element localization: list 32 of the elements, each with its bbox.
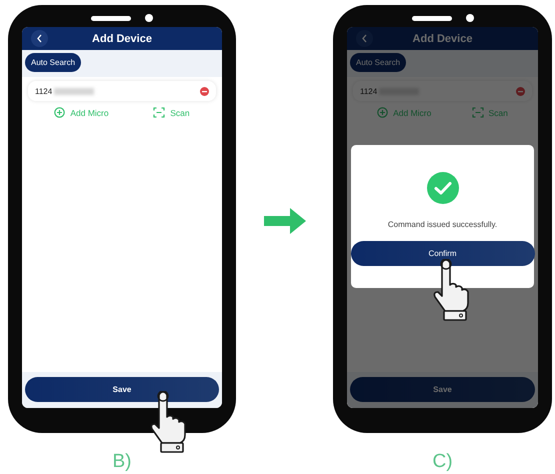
step-caption: B) [112, 451, 132, 473]
blurred-text-placeholder [54, 88, 94, 94]
device-id: 1124 [360, 86, 378, 96]
speaker-slot [412, 16, 452, 20]
add-micro-button[interactable]: Add Micro [54, 107, 109, 118]
chevron-left-icon [36, 34, 43, 43]
camera-dot [145, 14, 153, 22]
right-arrow-icon [264, 208, 306, 234]
plus-circle-icon [377, 107, 388, 118]
chevron-left-icon [361, 34, 368, 43]
remove-icon[interactable] [200, 86, 209, 96]
scan-button[interactable]: Scan [472, 107, 508, 118]
auto-search-button[interactable]: Auto Search [350, 53, 406, 72]
device-id: 1124 [35, 86, 52, 96]
remove-icon[interactable] [516, 86, 525, 96]
dialog-message: Command issued successfully. [388, 220, 498, 229]
scan-button[interactable]: Scan [153, 107, 190, 118]
auto-search-button[interactable]: Auto Search [25, 53, 82, 72]
scan-icon [153, 107, 166, 118]
step-caption: C) [432, 451, 453, 473]
save-button[interactable]: Save [350, 377, 535, 402]
screen-title: Add Device [92, 32, 152, 44]
save-button[interactable]: Save [25, 377, 219, 402]
plus-circle-icon [54, 107, 66, 118]
back-button[interactable] [31, 30, 48, 47]
speaker-slot [91, 16, 131, 20]
screen-title: Add Device [412, 32, 472, 44]
camera-dot [466, 14, 474, 22]
confirm-button[interactable]: Confirm [350, 241, 534, 266]
check-circle-icon [426, 172, 458, 204]
scan-icon [472, 107, 484, 118]
add-micro-button[interactable]: Add Micro [377, 107, 432, 118]
